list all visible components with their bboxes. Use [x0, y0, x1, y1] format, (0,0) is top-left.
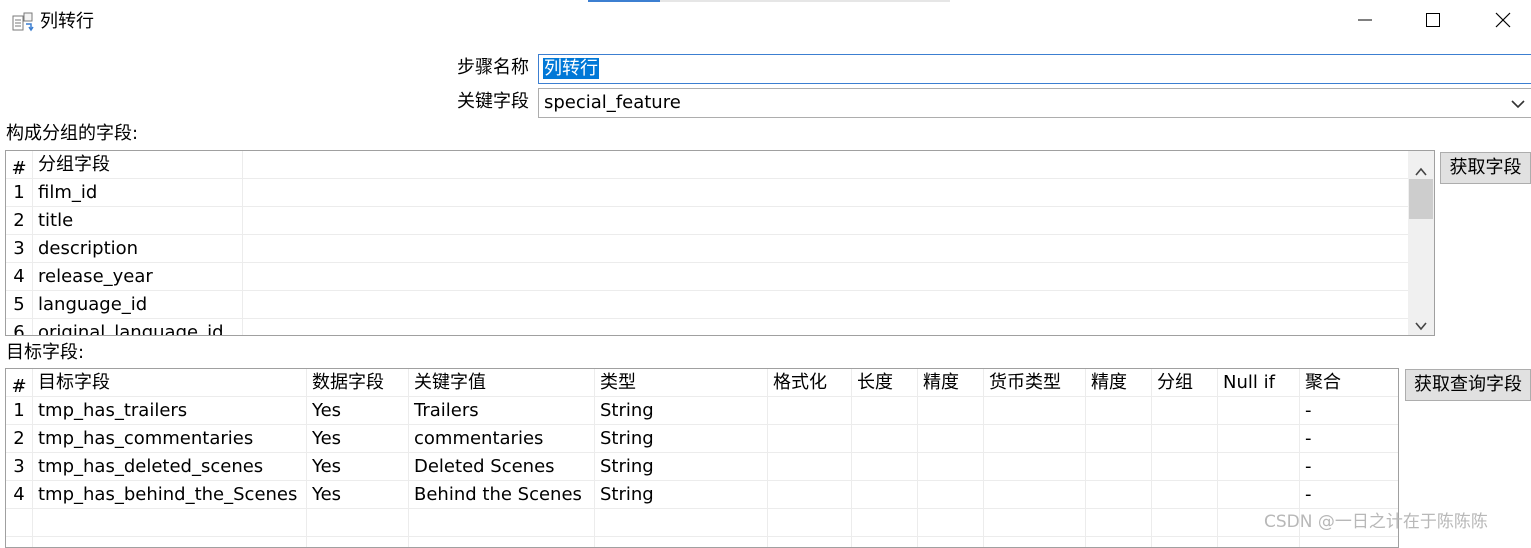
table-row[interactable]: 5 language_id: [6, 291, 1408, 319]
key-field-select[interactable]: special_feature: [538, 88, 1531, 118]
table-row[interactable]: 2 title: [6, 207, 1408, 235]
row-number: 1: [13, 182, 25, 203]
watermark: CSDN @一日之计在于陈陈陈: [1264, 512, 1488, 532]
close-icon: [1495, 12, 1511, 33]
table-row[interactable]: [6, 509, 1398, 537]
minimize-icon: [1357, 12, 1373, 33]
title-accent-secondary: [660, 0, 950, 2]
type-cell[interactable]: String: [595, 397, 767, 425]
column-header-value-field[interactable]: 数据字段: [307, 369, 408, 397]
column-header-aggregation[interactable]: 聚合: [1300, 369, 1398, 397]
group-field-cell[interactable]: description: [33, 235, 243, 263]
get-lookup-fields-button[interactable]: 获取查询字段: [1405, 369, 1531, 401]
value-field-cell[interactable]: Yes: [307, 453, 408, 481]
column-header-precision-2[interactable]: 精度: [1086, 369, 1151, 397]
group-fields-label: 构成分组的字段:: [6, 123, 139, 144]
chevron-down-icon: [1510, 95, 1526, 111]
key-field-value: special_feature: [544, 92, 681, 113]
title-bar: [0, 0, 1531, 44]
chevron-down-icon[interactable]: [1414, 315, 1428, 331]
group-field-cell[interactable]: original_language_id: [33, 319, 243, 335]
type-cell[interactable]: String: [595, 481, 767, 509]
row-number: 6: [13, 322, 25, 336]
value-field-cell[interactable]: Yes: [307, 425, 408, 453]
aggregation-cell[interactable]: -: [1300, 425, 1398, 453]
column-header-grouping[interactable]: 分组: [1152, 369, 1217, 397]
target-field-cell[interactable]: tmp_has_deleted_scenes: [33, 453, 306, 481]
column-header-number[interactable]: #: [6, 151, 32, 179]
aggregation-cell[interactable]: -: [1300, 397, 1398, 425]
row-number: 3: [13, 456, 25, 477]
column-header-precision[interactable]: 精度: [918, 369, 983, 397]
column-header-number-label: #: [11, 158, 27, 179]
table-row[interactable]: 4 release_year: [6, 263, 1408, 291]
column-header-format[interactable]: 格式化: [768, 369, 851, 397]
value-field-cell[interactable]: Yes: [307, 397, 408, 425]
aggregation-cell[interactable]: -: [1300, 481, 1398, 509]
table-row[interactable]: 2 tmp_has_commentaries Yes commentaries …: [6, 425, 1398, 453]
column-header-null-if[interactable]: Null if: [1218, 369, 1299, 397]
table-header-row: # 目标字段 数据字段 关键字值 类型 格式化 长度 精度 货币类型 精度 分组…: [6, 369, 1398, 397]
target-fields-label: 目标字段:: [6, 342, 85, 363]
table-header-row: # 分组字段: [6, 151, 1408, 179]
column-header-currency[interactable]: 货币类型: [984, 369, 1085, 397]
row-normaliser-icon: [12, 12, 34, 32]
row-number: 2: [13, 428, 25, 449]
maximize-icon: [1425, 12, 1441, 33]
group-field-cell[interactable]: language_id: [33, 291, 243, 319]
key-value-cell[interactable]: Deleted Scenes: [409, 453, 594, 481]
row-number: 3: [13, 238, 25, 259]
column-header-key-value[interactable]: 关键字值: [409, 369, 594, 397]
window-title: 列转行: [40, 11, 94, 32]
target-field-cell[interactable]: tmp_has_commentaries: [33, 425, 306, 453]
column-header-length[interactable]: 长度: [852, 369, 917, 397]
group-field-cell[interactable]: release_year: [33, 263, 243, 291]
title-accent: [588, 0, 660, 2]
target-fields-table[interactable]: # 目标字段 数据字段 关键字值 类型 格式化 长度 精度 货币类型 精度 分组…: [5, 368, 1399, 548]
column-header-number-label: #: [11, 376, 27, 397]
step-name-input[interactable]: 列转行: [538, 54, 1531, 84]
vertical-scrollbar[interactable]: [1408, 151, 1434, 335]
table-row[interactable]: 1 tmp_has_trailers Yes Trailers String -: [6, 397, 1398, 425]
target-field-cell[interactable]: tmp_has_trailers: [33, 397, 306, 425]
step-name-value: 列转行: [543, 58, 599, 79]
maximize-button[interactable]: [1406, 6, 1460, 38]
key-value-cell[interactable]: Trailers: [409, 397, 594, 425]
type-cell[interactable]: String: [595, 425, 767, 453]
type-cell[interactable]: String: [595, 453, 767, 481]
chevron-up-icon[interactable]: [1414, 161, 1428, 176]
row-number: 2: [13, 210, 25, 231]
close-button[interactable]: [1476, 6, 1530, 38]
key-value-cell[interactable]: Behind the Scenes: [409, 481, 594, 509]
row-number: 4: [13, 266, 25, 287]
minimize-button[interactable]: [1338, 6, 1392, 38]
table-row[interactable]: 1 film_id: [6, 179, 1408, 207]
row-number: 5: [13, 294, 25, 315]
target-field-cell[interactable]: tmp_has_behind_the_Scenes: [33, 481, 306, 509]
group-field-cell[interactable]: film_id: [33, 179, 243, 207]
row-number: 4: [13, 484, 25, 505]
column-header-number[interactable]: #: [6, 369, 32, 397]
scrollbar-thumb[interactable]: [1409, 179, 1433, 219]
table-row[interactable]: 6 original_language_id: [6, 319, 1408, 336]
row-number: 1: [13, 400, 25, 421]
column-header-target-field[interactable]: 目标字段: [33, 369, 306, 397]
value-field-cell[interactable]: Yes: [307, 481, 408, 509]
get-fields-button[interactable]: 获取字段: [1440, 152, 1531, 184]
step-name-label: 步骤名称: [457, 57, 529, 78]
group-fields-table[interactable]: # 分组字段 1 film_id 2 title 3 description 4…: [5, 150, 1435, 336]
column-header-group-field[interactable]: 分组字段: [33, 151, 243, 179]
column-header-type[interactable]: 类型: [595, 369, 767, 397]
aggregation-cell[interactable]: -: [1300, 453, 1398, 481]
table-row[interactable]: 4 tmp_has_behind_the_Scenes Yes Behind t…: [6, 481, 1398, 509]
table-row[interactable]: 3 tmp_has_deleted_scenes Yes Deleted Sce…: [6, 453, 1398, 481]
table-row[interactable]: 3 description: [6, 235, 1408, 263]
key-field-label: 关键字段: [457, 91, 529, 112]
group-field-cell[interactable]: title: [33, 207, 243, 235]
key-value-cell[interactable]: commentaries: [409, 425, 594, 453]
